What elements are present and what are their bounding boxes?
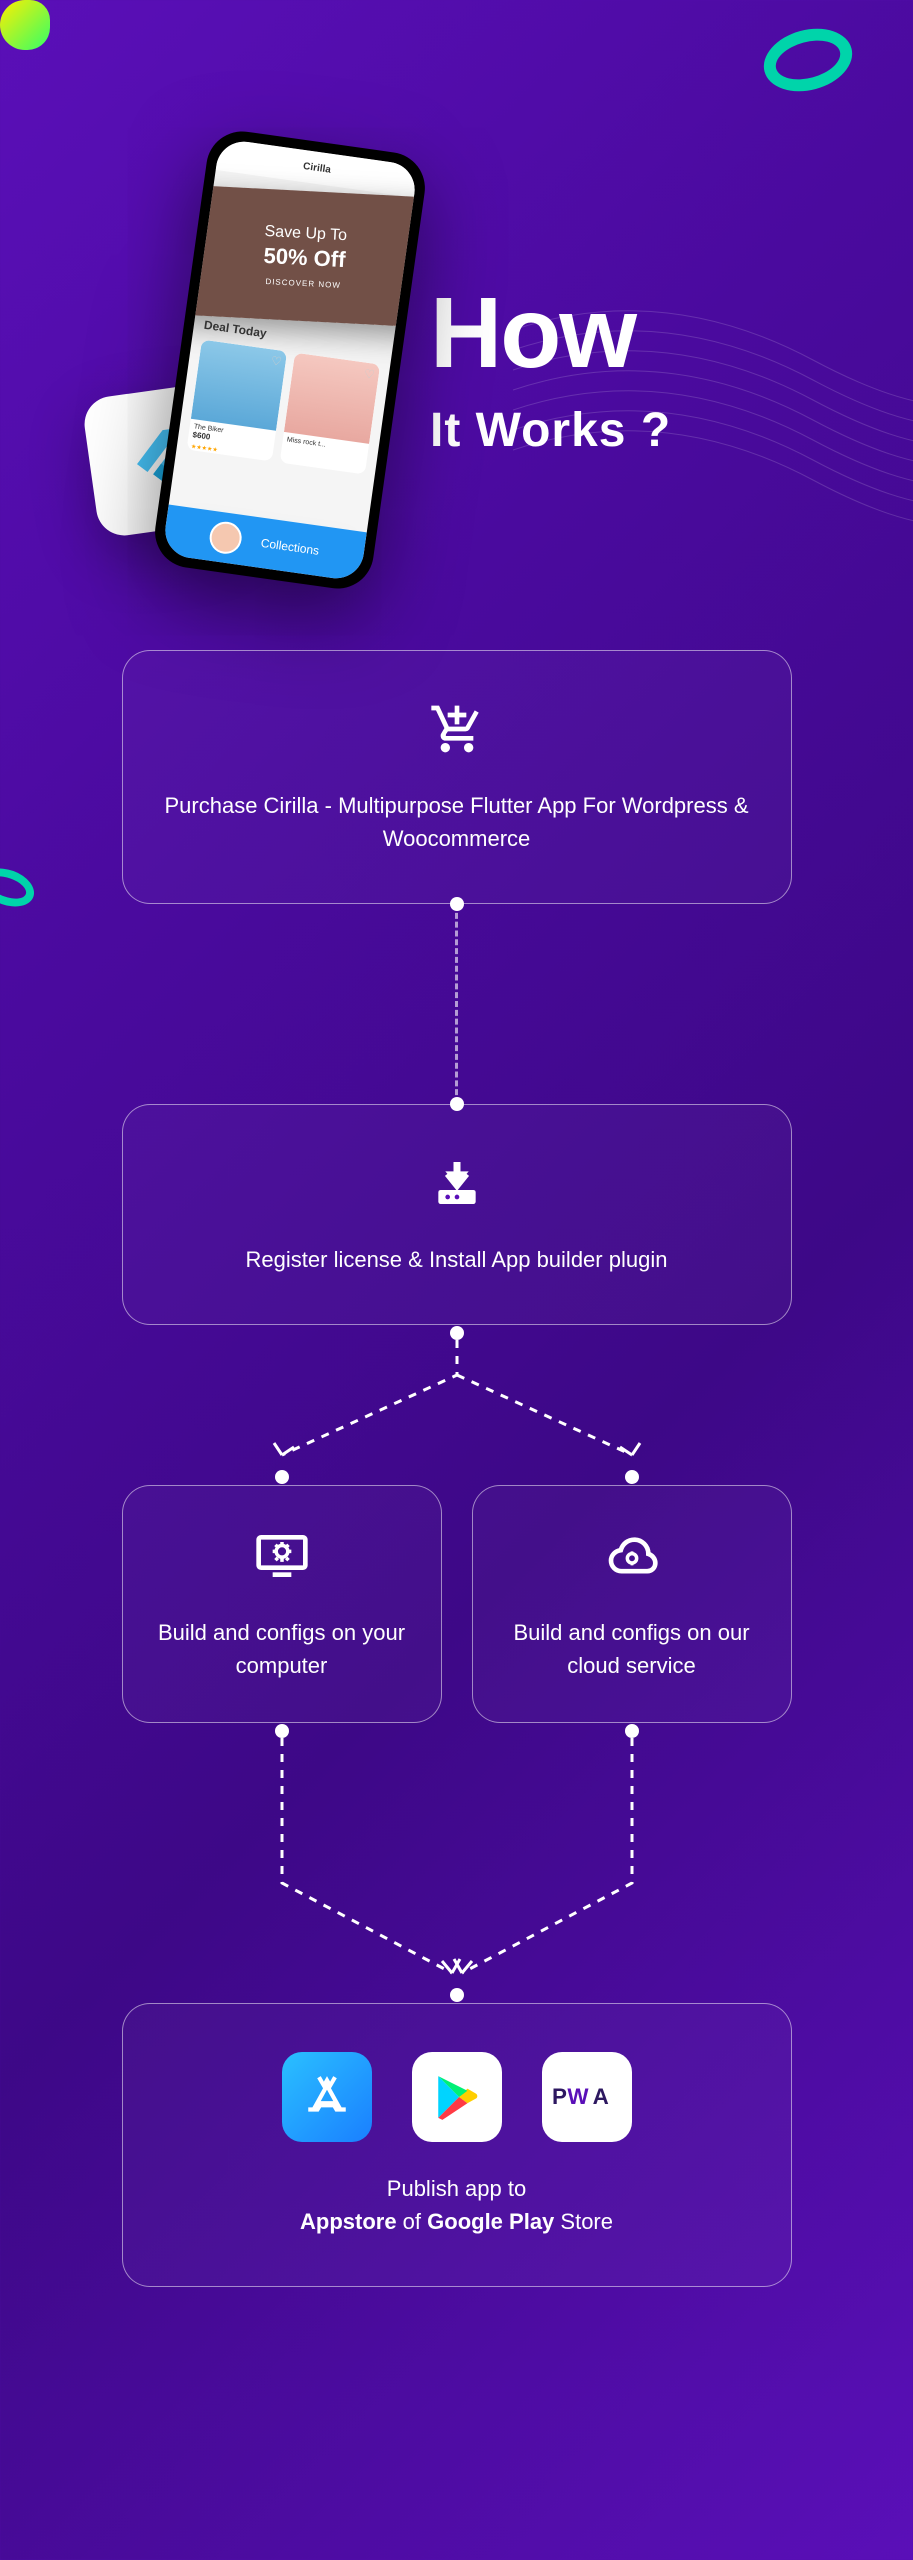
store-icons-row: P W A (163, 2052, 751, 2142)
step-text: Register license & Install App builder p… (163, 1243, 751, 1276)
pwa-icon: P W A (542, 2052, 632, 2142)
step-text: Build and configs on our cloud service (497, 1616, 767, 1682)
flow-diagram: Purchase Cirilla - Multipurpose Flutter … (0, 650, 913, 2287)
step-build-local: Build and configs on your computer (122, 1485, 442, 1723)
step-text: Build and configs on your computer (147, 1616, 417, 1682)
download-icon (427, 1153, 487, 1213)
google-play-icon (412, 2052, 502, 2142)
wave-decoration (513, 280, 913, 580)
svg-text:P: P (552, 2084, 567, 2109)
step-text: Purchase Cirilla - Multipurpose Flutter … (163, 789, 751, 855)
promo-banner: Save Up To 50% Off DISCOVER NOW (171, 184, 418, 327)
deco-blob-yellow (0, 0, 50, 50)
phone-mockup: Cirilla Save Up To 50% Off DISCOVER NOW … (150, 127, 429, 593)
phone-illustration: Cirilla Save Up To 50% Off DISCOVER NOW … (60, 130, 400, 610)
cart-plus-icon (427, 699, 487, 759)
desktop-config-icon (252, 1526, 312, 1586)
publish-text: Publish app to Appstore of Google Play S… (163, 2172, 751, 2238)
svg-text:W: W (567, 2084, 589, 2109)
cloud-config-icon (602, 1526, 662, 1586)
deal-card: ♡ Miss rock t... (280, 353, 381, 475)
deal-section: Deal Today ♡ The Biker $600 ★★★★★ ♡ (187, 318, 384, 475)
step-build-cloud: Build and configs on our cloud service (472, 1485, 792, 1723)
step-register: Register license & Install App builder p… (122, 1104, 792, 1325)
merge-connector (120, 1723, 793, 2003)
deal-card: ♡ The Biker $600 ★★★★★ (187, 340, 288, 462)
parallel-steps: Build and configs on your computer Build… (120, 1485, 793, 1723)
connector (455, 904, 458, 1104)
split-connector (120, 1325, 793, 1485)
appstore-icon (282, 2052, 372, 2142)
step-publish: P W A Publish app to Appstore of Google … (122, 2003, 792, 2287)
bottom-nav-mock: Collections (162, 505, 367, 582)
step-purchase: Purchase Cirilla - Multipurpose Flutter … (122, 650, 792, 904)
svg-text:A: A (592, 2084, 608, 2109)
